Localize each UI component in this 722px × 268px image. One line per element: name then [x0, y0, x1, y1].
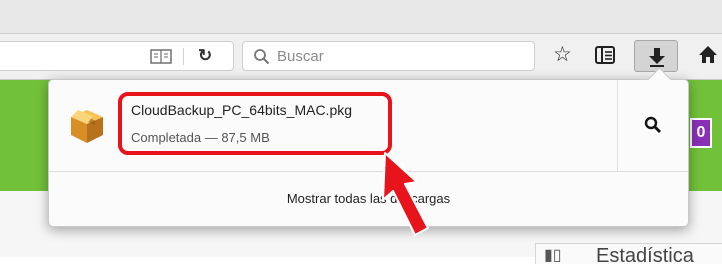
highlight-annotation — [118, 92, 392, 155]
library-icon[interactable] — [595, 46, 615, 69]
search-icon — [253, 48, 270, 70]
red-arrow-icon — [382, 152, 429, 236]
url-bar-separator — [183, 48, 184, 65]
browser-toolbar: ↻ Buscar ☆ — [0, 34, 722, 80]
notification-badge[interactable]: 0 — [690, 118, 712, 148]
reader-view-icon[interactable] — [150, 48, 172, 70]
reload-icon[interactable]: ↻ — [198, 46, 212, 66]
stats-tab[interactable]: ▮▯ Estadística — [535, 243, 722, 267]
window-top-strip — [0, 0, 722, 34]
home-icon[interactable] — [698, 45, 718, 69]
search-box[interactable]: Buscar — [242, 41, 535, 71]
star-icon[interactable]: ☆ — [553, 43, 572, 67]
url-bar[interactable]: ↻ — [0, 41, 234, 71]
chart-icon: ▮▯ — [544, 247, 562, 264]
download-arrow-icon — [649, 48, 665, 67]
downloads-button[interactable] — [634, 40, 678, 72]
package-icon — [67, 106, 107, 151]
search-placeholder: Buscar — [277, 48, 324, 65]
show-in-folder-button[interactable] — [618, 80, 688, 171]
magnifier-icon — [644, 116, 661, 133]
